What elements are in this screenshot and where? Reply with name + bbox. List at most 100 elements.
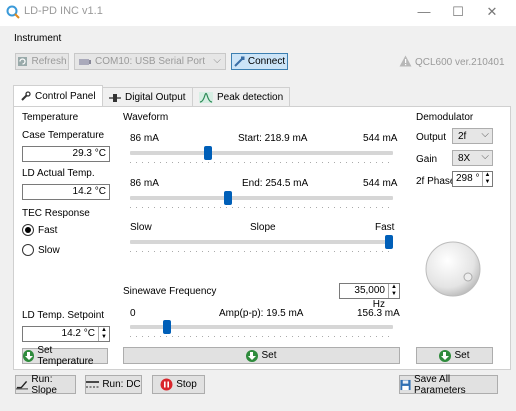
tab-label: Peak detection — [217, 92, 284, 103]
tec-slow-radio[interactable] — [22, 244, 34, 256]
end-slider-track[interactable] — [130, 196, 393, 200]
amp-slider-ticks — [130, 336, 393, 337]
case-temp-label: Case Temperature — [22, 130, 105, 141]
download-arrow-icon — [439, 349, 452, 362]
stop-label: Stop — [176, 379, 197, 390]
case-temp-field: 29.3 °C — [22, 146, 110, 162]
peak-icon — [199, 92, 213, 103]
ld-actual-temp-label: LD Actual Temp. — [22, 168, 95, 179]
instrument-label: Instrument — [14, 33, 62, 44]
start-slider-ticks — [130, 162, 393, 163]
set-temperature-label: Set Temperature — [37, 345, 94, 367]
waveform-set-button[interactable]: Set — [123, 347, 400, 364]
title-bar: LD-PD INC v1.1 — ☐ ✕ — [0, 0, 516, 26]
gain-label: Gain — [416, 154, 438, 165]
tab-control-panel[interactable]: Control Panel — [13, 85, 103, 107]
connect-icon — [234, 56, 245, 67]
plug-icon — [109, 93, 121, 102]
gain-select[interactable]: 8X ⌵ — [452, 150, 493, 166]
sinewave-spinner[interactable]: ▲ ▼ — [388, 284, 399, 298]
setpoint-spinner[interactable]: ▲ ▼ — [98, 327, 109, 341]
end-slider-ticks — [130, 207, 393, 208]
waveform-label: Waveform — [123, 112, 169, 123]
end-max-label: 544 mA — [363, 178, 398, 189]
close-button[interactable]: ✕ — [477, 3, 507, 21]
chevron-down-icon: ⌵ — [481, 151, 489, 162]
end-value-label: End: 254.5 mA — [242, 178, 309, 189]
waveform-set-label: Set — [261, 350, 277, 361]
download-arrow-icon — [23, 350, 35, 362]
run-dc-label: Run: DC — [102, 379, 141, 390]
download-arrow-icon — [246, 349, 259, 362]
end-slider-thumb[interactable] — [224, 191, 233, 205]
tab-label: Control Panel — [35, 91, 96, 102]
output-select-value: 2f — [458, 130, 467, 142]
window-title: LD-PD INC v1.1 — [24, 5, 103, 17]
tab-peak-detection[interactable]: Peak detection — [192, 87, 291, 107]
tec-response-label: TEC Response — [22, 208, 90, 219]
port-select-value: COM10: USB Serial Port — [95, 56, 206, 67]
tab-digital-output[interactable]: Digital Output — [102, 87, 193, 107]
app-logo-icon — [6, 5, 20, 19]
end-min-label: 86 mA — [130, 178, 159, 189]
stop-button[interactable]: Stop — [152, 375, 205, 394]
phase-spinner[interactable]: ▲ ▼ — [482, 172, 492, 186]
chevron-down-icon: ⌵ — [481, 129, 489, 140]
ld-actual-temp-field: 14.2 °C — [22, 184, 110, 200]
setpoint-input[interactable]: 14.2 °C — [22, 326, 110, 342]
run-slope-label: Run: Slope — [31, 373, 57, 396]
slope-min-label: Slow — [130, 222, 152, 233]
maximize-button[interactable]: ☐ — [443, 3, 473, 21]
refresh-label: Refresh — [31, 56, 67, 67]
device-version: QCL600 ver.210401 — [415, 57, 505, 68]
radio-selected-dot — [25, 227, 31, 233]
start-max-label: 544 mA — [363, 133, 398, 144]
demodulator-label: Demodulator — [416, 112, 474, 123]
save-icon — [400, 379, 411, 390]
amp-value-label: Amp(p-p): 19.5 mA — [219, 308, 304, 319]
run-dc-button[interactable]: Run: DC — [85, 375, 142, 394]
gain-select-value: 8X — [458, 152, 471, 164]
refresh-button[interactable]: Refresh — [15, 53, 69, 70]
phase-label: 2f Phase — [416, 176, 456, 187]
chevron-down-icon: ⌵ — [213, 55, 221, 66]
amp-slider-thumb[interactable] — [163, 320, 172, 334]
tab-label: Digital Output — [125, 92, 186, 103]
slope-slider-thumb[interactable] — [385, 235, 393, 249]
slope-label: Slope — [250, 222, 276, 233]
demodulator-set-button[interactable]: Set — [416, 347, 493, 364]
wrench-icon — [21, 91, 31, 101]
start-value-label: Start: 218.9 mA — [238, 133, 308, 144]
run-slope-button[interactable]: Run: Slope — [15, 373, 76, 396]
minimize-button[interactable]: — — [409, 3, 439, 21]
output-select[interactable]: 2f ⌵ — [452, 128, 493, 144]
temperature-label: Temperature — [22, 112, 79, 123]
demodulator-set-label: Set — [454, 350, 470, 361]
port-select[interactable]: COM10: USB Serial Port ⌵ — [74, 53, 226, 70]
slope-slider-track[interactable] — [130, 240, 393, 244]
tec-fast-radio[interactable] — [22, 224, 34, 236]
warning-icon — [399, 55, 412, 67]
stop-icon — [160, 378, 173, 391]
output-label: Output — [416, 132, 447, 143]
amp-min-label: 0 — [130, 308, 136, 319]
save-all-parameters-button[interactable]: Save All Parameters — [399, 373, 498, 396]
start-slider-thumb[interactable] — [203, 146, 212, 160]
connect-button[interactable]: Connect — [231, 53, 288, 70]
slope-icon — [16, 380, 29, 390]
sinewave-frequency-label: Sinewave Frequency — [123, 286, 217, 297]
refresh-icon — [18, 57, 28, 66]
start-slider-track[interactable] — [130, 151, 393, 155]
tec-slow-label: Slow — [38, 245, 60, 256]
save-all-label: Save All Parameters — [414, 373, 466, 396]
ld-temp-setpoint-label: LD Temp. Setpoint — [22, 310, 105, 321]
phase-knob[interactable] — [424, 240, 482, 298]
tec-fast-label: Fast — [38, 225, 58, 236]
set-temperature-button[interactable]: Set Temperature — [22, 345, 108, 367]
dc-icon — [86, 381, 100, 388]
amp-max-label: 156.3 mA — [357, 308, 400, 319]
slope-slider-ticks — [130, 251, 393, 252]
start-min-label: 86 mA — [130, 133, 159, 144]
usb-port-icon — [79, 58, 91, 65]
connect-label: Connect — [247, 56, 286, 67]
